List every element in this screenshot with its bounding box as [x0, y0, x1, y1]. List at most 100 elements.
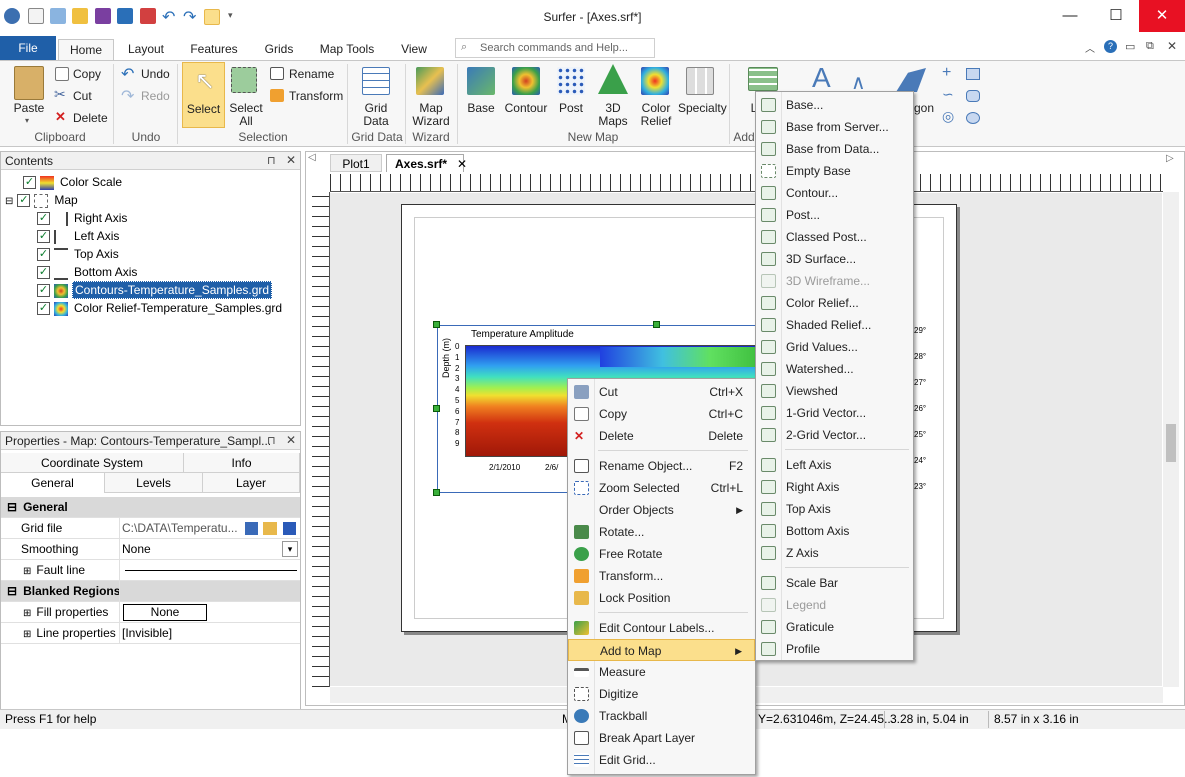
- tree-item-contours[interactable]: ✓ Contours-Temperature_Samples.grd: [37, 281, 273, 299]
- close-tab-icon[interactable]: ✕: [457, 157, 467, 171]
- submenu-item-left-axis[interactable]: Left Axis: [756, 454, 913, 476]
- expand-icon[interactable]: ⊞: [1, 608, 31, 619]
- tab-features[interactable]: Features: [184, 39, 244, 60]
- selection-handle[interactable]: [653, 321, 660, 328]
- tab-map-tools[interactable]: Map Tools: [312, 39, 382, 60]
- cut-button[interactable]: Cut: [73, 88, 92, 104]
- submenu-item-right-axis[interactable]: Right Axis: [756, 476, 913, 498]
- submenu-item-grid-values[interactable]: Grid Values...: [756, 336, 913, 358]
- color-relief-button[interactable]: Color Relief: [635, 102, 677, 128]
- spline-icon[interactable]: ∽: [942, 86, 954, 103]
- checkbox-icon[interactable]: ✓: [37, 248, 50, 262]
- tab-scroll-left-icon[interactable]: ◁: [308, 152, 316, 163]
- grid-file-value[interactable]: C:\DATA\Temperatu...: [122, 518, 238, 539]
- submenu-item-graticule[interactable]: Graticule: [756, 616, 913, 638]
- submenu-item-viewshed[interactable]: Viewshed: [756, 380, 913, 402]
- tab-info[interactable]: Info: [184, 453, 300, 473]
- ellipse-shape-icon[interactable]: [966, 112, 980, 124]
- tree-item-left-axis[interactable]: ✓ Left Axis: [37, 227, 119, 245]
- grid-info-icon[interactable]: [245, 522, 258, 535]
- pin-icon[interactable]: ⊓: [267, 434, 276, 447]
- doc-tab-plot1[interactable]: Plot1: [330, 154, 382, 172]
- doc-close-icon[interactable]: ✕: [1167, 39, 1177, 53]
- doc-tab-axes[interactable]: Axes.srf* ✕: [386, 154, 467, 172]
- transform-button[interactable]: Transform: [289, 88, 343, 104]
- menu-item-edit-contour-labels[interactable]: Edit Contour Labels...: [568, 617, 755, 639]
- tree-item-right-axis[interactable]: ✓ Right Axis: [37, 209, 127, 227]
- fill-value[interactable]: None: [123, 604, 207, 621]
- checkbox-icon[interactable]: ✓: [17, 194, 31, 208]
- tree-item-color-relief[interactable]: ✓ Color Relief-Temperature_Samples.grd: [37, 299, 282, 317]
- close-pane-icon[interactable]: ✕: [286, 433, 296, 447]
- checkbox-icon[interactable]: ✓: [37, 212, 50, 226]
- expand-icon[interactable]: ⊞: [1, 629, 31, 640]
- base-button[interactable]: Base: [460, 102, 502, 115]
- expand-icon[interactable]: ⊞: [1, 566, 31, 577]
- menu-item-add-to-map[interactable]: Add to Map ▶: [568, 639, 755, 661]
- submenu-item-bottom-axis[interactable]: Bottom Axis: [756, 520, 913, 542]
- select-all-button[interactable]: Select All: [226, 102, 266, 128]
- menu-item-lock-position[interactable]: Lock Position: [568, 587, 755, 609]
- submenu-item-2-grid-vector[interactable]: 2-Grid Vector...: [756, 424, 913, 446]
- undo-button[interactable]: Undo: [141, 66, 170, 82]
- paste-button[interactable]: Paste: [8, 102, 50, 115]
- checkbox-icon[interactable]: ✓: [37, 230, 50, 244]
- line-value[interactable]: [Invisible]: [122, 623, 172, 644]
- tab-coordinate-system[interactable]: Coordinate System: [1, 453, 184, 473]
- tab-view[interactable]: View: [392, 39, 436, 60]
- maximize-button[interactable]: ☐: [1093, 0, 1139, 32]
- menu-item-trackball[interactable]: Trackball: [568, 705, 755, 727]
- menu-item-delete[interactable]: ✕ Delete Delete: [568, 425, 755, 447]
- selection-handle[interactable]: [433, 405, 440, 412]
- tab-file[interactable]: File: [0, 36, 56, 60]
- tab-home[interactable]: Home: [58, 39, 114, 60]
- submenu-item-base-from-server[interactable]: Base from Server...: [756, 116, 913, 138]
- menu-item-zoom-selected[interactable]: Zoom Selected Ctrl+L: [568, 477, 755, 499]
- submenu-item-base-from-data[interactable]: Base from Data...: [756, 138, 913, 160]
- submenu-item-color-relief[interactable]: Color Relief...: [756, 292, 913, 314]
- submenu-item-classed-post[interactable]: Classed Post...: [756, 226, 913, 248]
- polygon-button[interactable]: gon: [912, 102, 936, 115]
- section-general[interactable]: ⊟ General: [1, 497, 300, 518]
- submenu-item-profile[interactable]: Profile: [756, 638, 913, 660]
- selection-handle[interactable]: [433, 489, 440, 496]
- tab-scroll-right-icon[interactable]: ▷: [1166, 153, 1174, 164]
- menu-item-rotate[interactable]: Rotate...: [568, 521, 755, 543]
- map-wizard-button[interactable]: Map Wizard: [408, 102, 454, 128]
- menu-item-transform[interactable]: Transform...: [568, 565, 755, 587]
- rename-button[interactable]: Rename: [289, 66, 334, 82]
- checkbox-icon[interactable]: ✓: [37, 284, 50, 298]
- tab-layout[interactable]: Layout: [118, 39, 174, 60]
- tree-item-bottom-axis[interactable]: ✓ Bottom Axis: [37, 263, 137, 281]
- submenu-item-empty-base[interactable]: Empty Base: [756, 160, 913, 182]
- tab-levels[interactable]: Levels: [105, 473, 203, 493]
- menu-item-copy[interactable]: Copy Ctrl+C: [568, 403, 755, 425]
- menu-item-cut[interactable]: Cut Ctrl+X: [568, 381, 755, 403]
- tree-item-top-axis[interactable]: ✓ Top Axis: [37, 245, 119, 263]
- specialty-button[interactable]: Specialty: [678, 102, 727, 115]
- dropdown-icon[interactable]: ▾: [282, 541, 298, 557]
- pin-icon[interactable]: ⊓: [267, 154, 276, 167]
- submenu-item-watershed[interactable]: Watershed...: [756, 358, 913, 380]
- menu-item-break-apart-layer[interactable]: Break Apart Layer: [568, 727, 755, 749]
- submenu-item-z-axis[interactable]: Z Axis: [756, 542, 913, 564]
- close-button[interactable]: ✕: [1139, 0, 1185, 32]
- select-button[interactable]: ↖ Select: [182, 62, 225, 128]
- save-file-icon[interactable]: [283, 522, 296, 535]
- section-blanked-regions[interactable]: ⊟ Blanked Regions: [1, 581, 300, 602]
- submenu-item-contour[interactable]: Contour...: [756, 182, 913, 204]
- symbol-icon[interactable]: +: [942, 64, 951, 82]
- minimize-button[interactable]: —: [1047, 0, 1093, 32]
- text-icon[interactable]: A: [812, 62, 831, 94]
- submenu-item-shaded-relief[interactable]: Shaded Relief...: [756, 314, 913, 336]
- copy-button[interactable]: Copy: [73, 66, 101, 82]
- submenu-item-3d-surface[interactable]: 3D Surface...: [756, 248, 913, 270]
- menu-item-digitize[interactable]: Digitize: [568, 683, 755, 705]
- checkbox-icon[interactable]: ✓: [23, 176, 36, 190]
- vertical-scrollbar[interactable]: [1163, 192, 1179, 687]
- tab-general[interactable]: General: [1, 473, 105, 493]
- tree-item-color-scale[interactable]: ✓ Color Scale: [23, 173, 122, 191]
- submenu-item-post[interactable]: Post...: [756, 204, 913, 226]
- submenu-item-base[interactable]: Base...: [756, 94, 913, 116]
- selection-handle[interactable]: [433, 321, 440, 328]
